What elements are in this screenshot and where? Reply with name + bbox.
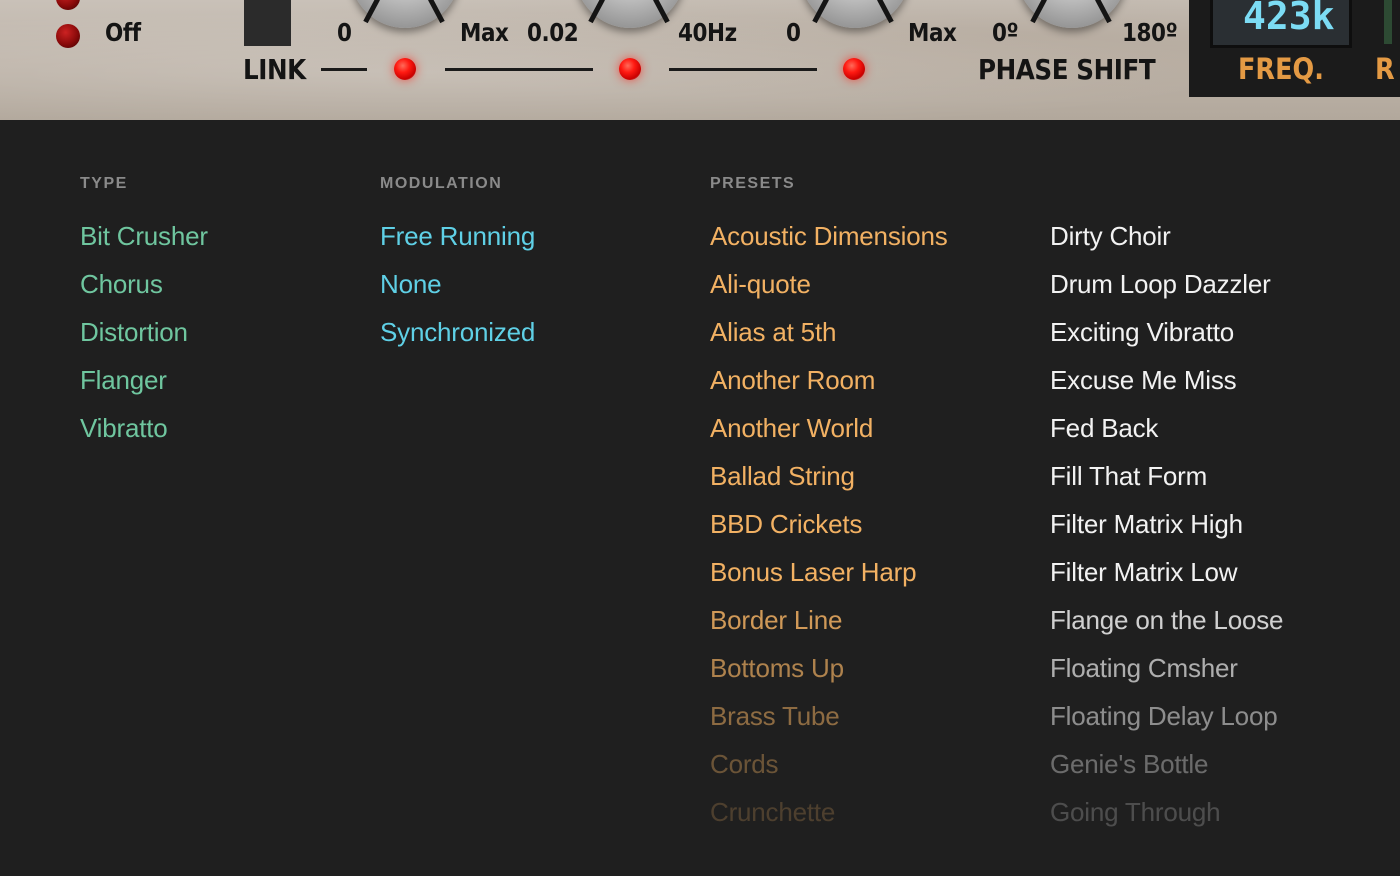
type-item[interactable]: Vibratto: [80, 413, 168, 443]
link-line-3: [669, 68, 817, 71]
phase-max-label: 180º: [1122, 18, 1178, 47]
switch-led-off[interactable]: [56, 24, 80, 48]
knob-2-max-label: 40Hz: [678, 18, 737, 47]
link-line-2: [445, 68, 593, 71]
preset-item[interactable]: Cords: [710, 749, 779, 779]
preset-item[interactable]: BBD Crickets: [710, 509, 862, 539]
type-heading: TYPE: [80, 175, 128, 192]
second-display-label: R: [1375, 52, 1395, 86]
knob-1-min-label: 0: [337, 18, 352, 47]
preset-item[interactable]: Another Room: [710, 365, 875, 395]
preset-item[interactable]: Filter Matrix High: [1050, 509, 1243, 539]
knob-3-max-label: Max: [908, 18, 957, 47]
preset-item[interactable]: Ballad String: [710, 461, 855, 491]
link-label: LINK: [243, 53, 306, 86]
preset-item[interactable]: Floating Cmsher: [1050, 653, 1238, 683]
preset-item[interactable]: Alias at 5th: [710, 317, 836, 347]
preset-item[interactable]: Drum Loop Dazzler: [1050, 269, 1271, 299]
preset-item[interactable]: Brass Tube: [710, 701, 840, 731]
preset-item[interactable]: Bonus Laser Harp: [710, 557, 917, 587]
knob-3-min-label: 0: [786, 18, 801, 47]
knob-2-min-label: 0.02: [527, 18, 579, 47]
switch-led-low[interactable]: [56, 0, 80, 10]
preset-item[interactable]: Filter Matrix Low: [1050, 557, 1237, 587]
preset-item[interactable]: Fed Back: [1050, 413, 1158, 443]
switch-off-label: Off: [105, 18, 141, 47]
link-switch[interactable]: [244, 0, 291, 46]
type-item[interactable]: Bit Crusher: [80, 221, 208, 251]
preset-item[interactable]: Acoustic Dimensions: [710, 221, 948, 251]
second-lcd-edge: [1384, 0, 1392, 44]
modulation-item[interactable]: None: [380, 269, 442, 299]
preset-item[interactable]: Another World: [710, 413, 873, 443]
preset-item[interactable]: Crunchette: [710, 797, 835, 827]
modulation-heading: MODULATION: [380, 175, 503, 192]
modulation-item[interactable]: Synchronized: [380, 317, 535, 347]
preset-item[interactable]: Exciting Vibratto: [1050, 317, 1234, 347]
presets-heading: PRESETS: [710, 175, 796, 192]
preset-item[interactable]: Floating Delay Loop: [1050, 701, 1278, 731]
plugin-panel: Off LINK 0 Max 0.02 40Hz 0 Max 0º 180º P…: [0, 0, 1400, 120]
preset-item[interactable]: Fill That Form: [1050, 461, 1207, 491]
knob-1-max-label: Max: [460, 18, 509, 47]
indicator-led-3: [843, 58, 865, 80]
type-item[interactable]: Distortion: [80, 317, 188, 347]
indicator-led-2: [619, 58, 641, 80]
preset-item[interactable]: Excuse Me Miss: [1050, 365, 1237, 395]
frequency-display-value: 423k: [1243, 0, 1335, 38]
indicator-led-1: [394, 58, 416, 80]
type-item[interactable]: Chorus: [80, 269, 163, 299]
preset-item[interactable]: Going Through: [1050, 797, 1221, 827]
phase-min-label: 0º: [992, 18, 1019, 47]
type-item[interactable]: Flanger: [80, 365, 167, 395]
preset-item[interactable]: Flange on the Loose: [1050, 605, 1283, 635]
preset-item[interactable]: Border Line: [710, 605, 842, 635]
preset-item[interactable]: Ali-quote: [710, 269, 811, 299]
freq-label: FREQ.: [1238, 52, 1324, 86]
phase-shift-label: PHASE SHIFT: [978, 53, 1156, 86]
link-line-1: [321, 68, 367, 71]
preset-item[interactable]: Dirty Choir: [1050, 221, 1171, 251]
modulation-item[interactable]: Free Running: [380, 221, 535, 251]
preset-item[interactable]: Genie's Bottle: [1050, 749, 1208, 779]
preset-item[interactable]: Bottoms Up: [710, 653, 844, 683]
effects-browser: Off LINK 0 Max 0.02 40Hz 0 Max 0º 180º P…: [0, 0, 1400, 876]
